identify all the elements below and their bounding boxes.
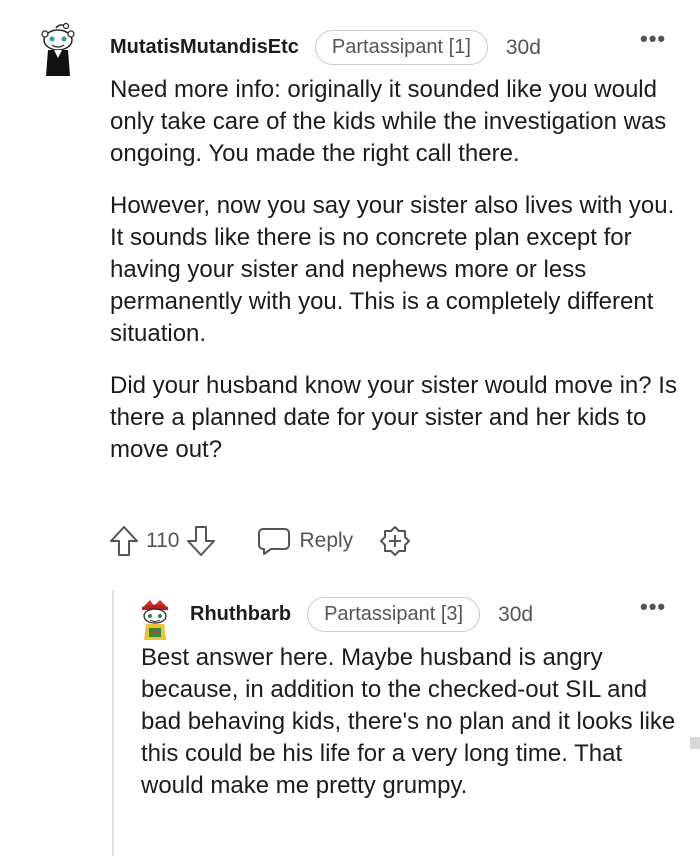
snoo-avatar-icon <box>142 600 168 640</box>
thread-line[interactable] <box>112 590 114 856</box>
comment-body: Best answer here. Maybe husband is angry… <box>141 642 681 822</box>
downvote-button[interactable] <box>185 524 217 558</box>
ellipsis-icon: ••• <box>640 594 667 619</box>
user-avatar[interactable] <box>138 598 172 642</box>
vote-count: 110 <box>146 529 180 552</box>
username[interactable]: Rhuthbarb <box>190 603 291 626</box>
comment-paragraph: However, now you say your sister also li… <box>110 192 675 347</box>
more-options-button[interactable]: ••• <box>640 26 666 52</box>
ellipsis-icon: ••• <box>640 26 667 51</box>
comment-paragraph: Need more info: originally it sounded li… <box>110 76 667 167</box>
reply-label: Reply <box>299 529 354 552</box>
user-flair: Partassipant [3] <box>307 597 481 632</box>
downvote-arrow-icon <box>187 526 216 556</box>
award-button[interactable] <box>379 525 411 557</box>
comment-body: Need more info: originally it sounded li… <box>110 74 685 486</box>
comment-header: MutatisMutandisEtc Partassipant [1] 30d <box>110 30 541 65</box>
award-plus-icon <box>380 526 411 556</box>
more-options-button[interactable]: ••• <box>640 594 666 620</box>
snoo-avatar-icon <box>41 22 75 76</box>
comment-actions: 110 Reply <box>108 524 411 558</box>
comment-paragraph: Did your husband know your sister would … <box>110 372 677 463</box>
comment-header: Rhuthbarb Partassipant [3] 30d <box>190 597 533 632</box>
username[interactable]: MutatisMutandisEtc <box>110 36 299 59</box>
upvote-button[interactable] <box>108 524 140 558</box>
comment-bubble-icon <box>258 528 291 555</box>
reply-button[interactable]: Reply <box>257 526 353 556</box>
comment-paragraph: Best answer here. Maybe husband is angry… <box>141 644 676 799</box>
user-flair: Partassipant [1] <box>314 30 488 65</box>
comment-age[interactable]: 30d <box>506 36 541 60</box>
user-avatar[interactable] <box>38 22 78 78</box>
upvote-arrow-icon <box>110 526 138 556</box>
comment-age[interactable]: 30d <box>498 603 533 627</box>
scrollbar-thumb[interactable] <box>690 737 700 749</box>
